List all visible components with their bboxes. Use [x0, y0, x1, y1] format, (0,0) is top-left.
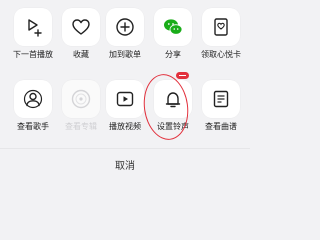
view-score-button[interactable]: 查看曲谱 — [196, 78, 246, 138]
claim-card-tile[interactable] — [202, 8, 240, 46]
view-artist-tile[interactable] — [14, 80, 52, 118]
gift-card-icon — [214, 18, 228, 36]
red-badge-icon — [176, 72, 189, 79]
share-action-sheet: 下一首播放 收藏 加到歌单 分享 领取心悦卡 查看歌手 查看专辑 播放视频 设置… — [0, 0, 250, 201]
action-row-1: 下一首播放 收藏 加到歌单 分享 领取心悦卡 — [0, 0, 250, 60]
heart-icon — [72, 19, 90, 35]
person-icon — [23, 89, 43, 109]
play-video-tile[interactable] — [106, 80, 144, 118]
view-score-tile[interactable] — [202, 80, 240, 118]
favorite-tile[interactable] — [62, 8, 100, 46]
add-circle-icon — [116, 18, 134, 36]
add-to-playlist-tile[interactable] — [106, 8, 144, 46]
cancel-button[interactable]: 取消 — [0, 149, 250, 201]
view-score-label: 查看曲谱 — [205, 122, 237, 131]
play-next-icon — [28, 19, 42, 37]
music-score-icon — [213, 90, 229, 108]
claim-card-button[interactable]: 领取心悦卡 — [196, 0, 246, 60]
video-play-icon — [116, 91, 134, 107]
album-disc-icon — [71, 89, 91, 109]
play-next-tile[interactable] — [14, 8, 52, 46]
share-tile[interactable] — [154, 8, 192, 46]
claim-card-label: 领取心悦卡 — [201, 50, 241, 59]
action-row-2: 查看歌手 查看专辑 播放视频 设置铃声 查看曲谱 — [0, 78, 250, 138]
wechat-icon — [164, 19, 183, 35]
view-album-tile[interactable] — [62, 80, 100, 118]
